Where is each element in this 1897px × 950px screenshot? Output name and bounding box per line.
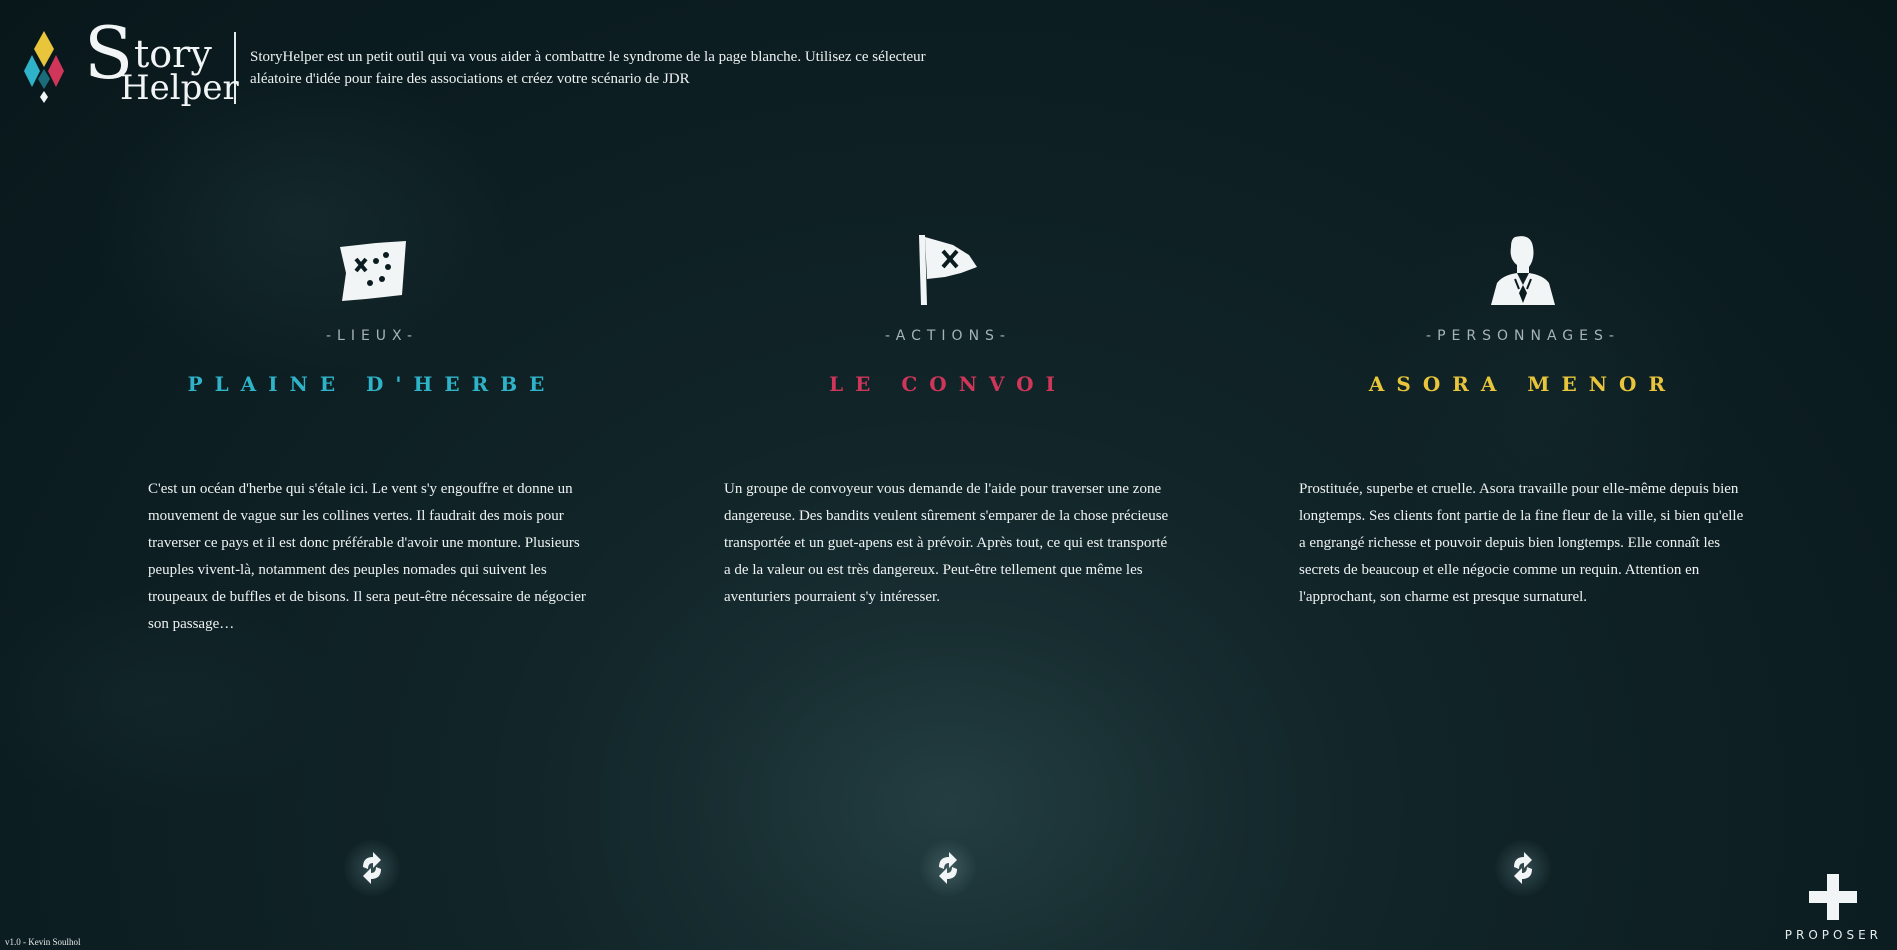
item-title: PLAINE D'HERBE xyxy=(187,372,557,396)
version-credit: v1.0 - Kevin Soulhol xyxy=(5,937,81,947)
flag-icon xyxy=(718,230,1178,310)
item-title: LE CONVOI xyxy=(829,372,1067,396)
refresh-icon xyxy=(1514,852,1532,884)
storyhelper-logo[interactable]: S tory Helper xyxy=(24,17,239,113)
column-actions: -ACTIONS- LE CONVOI Un groupe de convoye… xyxy=(718,230,1178,626)
item-description: C'est un océan d'herbe qui s'étale ici. … xyxy=(148,481,586,632)
propose-button[interactable]: PROPOSER xyxy=(1785,874,1882,942)
item-description: Prostituée, superbe et cruelle. Asora tr… xyxy=(1299,481,1744,605)
category-label: -ACTIONS- xyxy=(885,328,1011,344)
category-label: -PERSONNAGES- xyxy=(1426,328,1620,344)
refresh-lieux-button[interactable] xyxy=(344,840,400,896)
refresh-actions-button[interactable] xyxy=(920,840,976,896)
tagline: StoryHelper est un petit outil qui va vo… xyxy=(250,49,926,87)
person-bust-icon xyxy=(1293,230,1753,310)
propose-label: PROPOSER xyxy=(1784,928,1882,942)
item-description: Un groupe de convoyeur vous demande de l… xyxy=(724,481,1169,605)
column-lieux: -LIEUX- PLAINE D'HERBE C'est un océan d'… xyxy=(142,230,602,653)
logo-word-helper: Helper xyxy=(120,68,239,108)
diamonds-logo-icon xyxy=(24,31,64,103)
refresh-personnages-button[interactable] xyxy=(1495,840,1551,896)
column-personnages: -PERSONNAGES- ASORA MENOR Prostituée, su… xyxy=(1293,230,1753,626)
category-label: -LIEUX- xyxy=(325,328,419,344)
plus-icon xyxy=(1809,874,1858,920)
refresh-icon xyxy=(939,852,957,884)
site-header: S tory Helper StoryHelper est un petit o… xyxy=(24,17,970,113)
refresh-icon xyxy=(363,852,381,884)
treasure-map-icon xyxy=(142,230,602,310)
item-title: ASORA MENOR xyxy=(1368,372,1678,396)
